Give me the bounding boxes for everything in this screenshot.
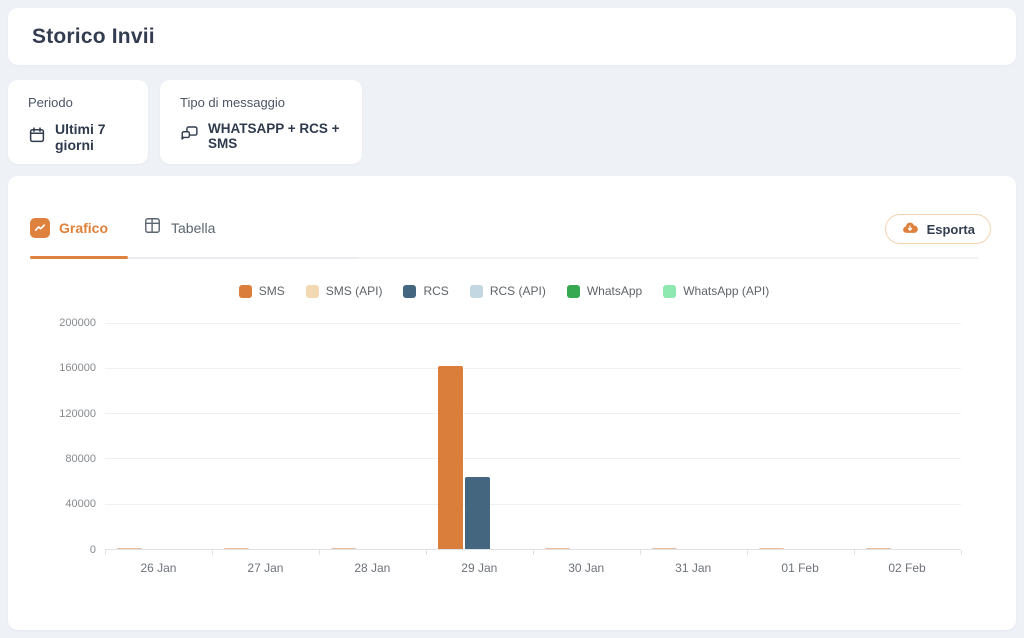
y-axis-tick-label: 80000 xyxy=(8,453,96,465)
chat-bubbles-icon xyxy=(180,124,199,148)
x-axis-tick xyxy=(319,550,320,555)
x-axis-category-label: 28 Jan xyxy=(329,561,415,575)
gridline xyxy=(105,368,961,369)
calendar-icon xyxy=(28,126,46,149)
x-axis-tick xyxy=(426,550,427,555)
cloud-download-icon xyxy=(901,219,919,240)
period-filter[interactable]: Periodo Ultimi 7 giorni xyxy=(8,80,148,164)
x-axis-tick xyxy=(640,550,641,555)
x-axis-category-label: 29 Jan xyxy=(436,561,522,575)
message-type-filter-label: Tipo di messaggio xyxy=(180,95,342,110)
period-filter-value: Ultimi 7 giorni xyxy=(55,121,128,153)
gridline xyxy=(105,504,961,505)
legend-swatch xyxy=(663,285,676,298)
legend-label: SMS (API) xyxy=(326,284,383,298)
page-title: Storico Invii xyxy=(32,25,155,49)
legend-label: WhatsApp xyxy=(587,284,642,298)
y-axis-tick-label: 40000 xyxy=(8,498,96,510)
bar-sms-29-jan xyxy=(438,366,463,549)
x-axis-category-label: 02 Feb xyxy=(864,561,950,575)
bar-rcs-29-jan xyxy=(465,477,490,549)
y-axis-tick-label: 120000 xyxy=(8,408,96,420)
tab-tabella[interactable]: Tabella xyxy=(143,216,215,240)
table-icon xyxy=(143,216,162,240)
x-axis-category-label: 27 Jan xyxy=(222,561,308,575)
legend-swatch xyxy=(306,285,319,298)
x-axis-category-label: 01 Feb xyxy=(757,561,843,575)
legend-item-whatsapp[interactable]: WhatsApp xyxy=(567,284,642,298)
legend-item-whatsapp-api[interactable]: WhatsApp (API) xyxy=(663,284,769,298)
legend-item-rcs-api[interactable]: RCS (API) xyxy=(470,284,546,298)
legend-item-sms[interactable]: SMS xyxy=(239,284,285,298)
x-axis-tick xyxy=(747,550,748,555)
x-axis-tick xyxy=(105,550,106,555)
legend-swatch xyxy=(567,285,580,298)
legend-item-rcs[interactable]: RCS xyxy=(403,284,448,298)
period-filter-label: Periodo xyxy=(28,95,128,110)
export-button[interactable]: Esporta xyxy=(885,214,991,244)
gridline xyxy=(105,458,961,459)
legend-swatch xyxy=(403,285,416,298)
tabs-divider-segment xyxy=(128,257,358,259)
y-axis-tick-label: 200000 xyxy=(8,317,96,329)
legend-label: WhatsApp (API) xyxy=(683,284,769,298)
message-type-filter-value: WHATSAPP + RCS + SMS xyxy=(208,121,342,151)
tab-grafico-label: Grafico xyxy=(59,220,108,236)
x-axis-tick xyxy=(961,550,962,555)
legend-label: RCS xyxy=(423,284,448,298)
y-axis-tick-label: 160000 xyxy=(8,362,96,374)
chart-legend: SMS SMS (API) RCS RCS (API) WhatsApp WhatsApp… xyxy=(0,284,1008,298)
x-axis-category-label: 26 Jan xyxy=(115,561,201,575)
x-axis-category-label: 30 Jan xyxy=(543,561,629,575)
x-axis-tick xyxy=(854,550,855,555)
legend-swatch xyxy=(239,285,252,298)
tab-tabella-label: Tabella xyxy=(171,220,215,236)
legend-swatch xyxy=(470,285,483,298)
y-axis-tick-label: 0 xyxy=(8,544,96,556)
legend-label: SMS xyxy=(259,284,285,298)
x-axis-tick xyxy=(533,550,534,555)
active-tab-underline xyxy=(30,256,128,259)
chart-icon xyxy=(30,218,50,238)
message-type-filter[interactable]: Tipo di messaggio WHATSAPP + RCS + SMS xyxy=(160,80,362,164)
x-axis-tick xyxy=(212,550,213,555)
bar-chart: 0 40000 80000 120000 160000 200000 26 Jan 27 Ja… xyxy=(8,306,1016,596)
gridline xyxy=(105,413,961,414)
legend-item-sms-api[interactable]: SMS (API) xyxy=(306,284,383,298)
gridline xyxy=(105,323,961,324)
export-button-label: Esporta xyxy=(927,222,975,237)
x-axis-category-label: 31 Jan xyxy=(650,561,736,575)
page-header: Storico Invii xyxy=(8,8,1016,65)
legend-label: RCS (API) xyxy=(490,284,546,298)
tab-grafico[interactable]: Grafico xyxy=(30,216,108,240)
